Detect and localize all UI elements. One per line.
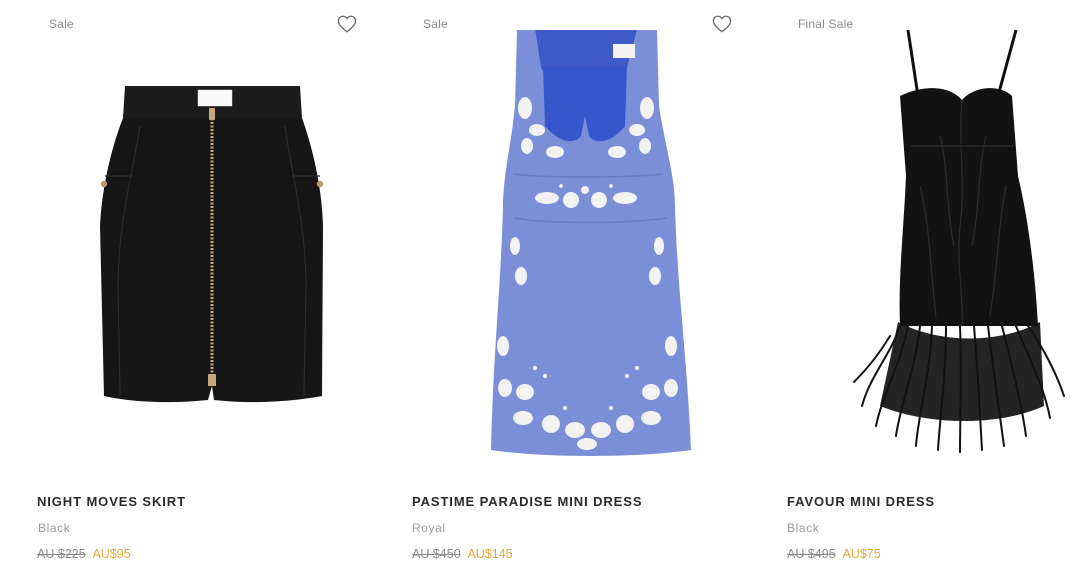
- original-price: AU $450: [412, 547, 461, 561]
- product-color: Black: [787, 521, 820, 535]
- product-image[interactable]: [375, 26, 750, 466]
- original-price: AU $495: [787, 547, 836, 561]
- product-card[interactable]: Sale: [375, 0, 750, 573]
- sale-price: AU$75: [842, 547, 881, 561]
- product-card[interactable]: Sale: [0, 0, 375, 573]
- skirt-illustration: [100, 86, 324, 403]
- product-image[interactable]: [750, 26, 1080, 466]
- product-name-link[interactable]: NIGHT MOVES SKIRT: [37, 494, 186, 509]
- original-price: AU $225: [37, 547, 86, 561]
- product-grid: Sale NIGHT MOVES SKIRT Black AU $225 AU$…: [0, 0, 1080, 573]
- sale-price: AU$95: [92, 547, 131, 561]
- product-color: Black: [38, 521, 71, 535]
- dress-illustration: [491, 30, 691, 456]
- price-group: AU $225 AU$95: [37, 547, 131, 561]
- price-group: AU $450 AU$145: [412, 547, 513, 561]
- product-image[interactable]: [0, 26, 375, 466]
- product-color: Royal: [412, 521, 446, 535]
- product-name-link[interactable]: FAVOUR MINI DRESS: [787, 494, 935, 509]
- product-card[interactable]: Final Sale FAVOUR MINI DRESS Black AU $4…: [750, 0, 1080, 573]
- dress-illustration: [853, 29, 1065, 453]
- product-name-link[interactable]: PASTIME PARADISE MINI DRESS: [412, 494, 642, 509]
- sale-price: AU$145: [467, 547, 513, 561]
- price-group: AU $495 AU$75: [787, 547, 881, 561]
